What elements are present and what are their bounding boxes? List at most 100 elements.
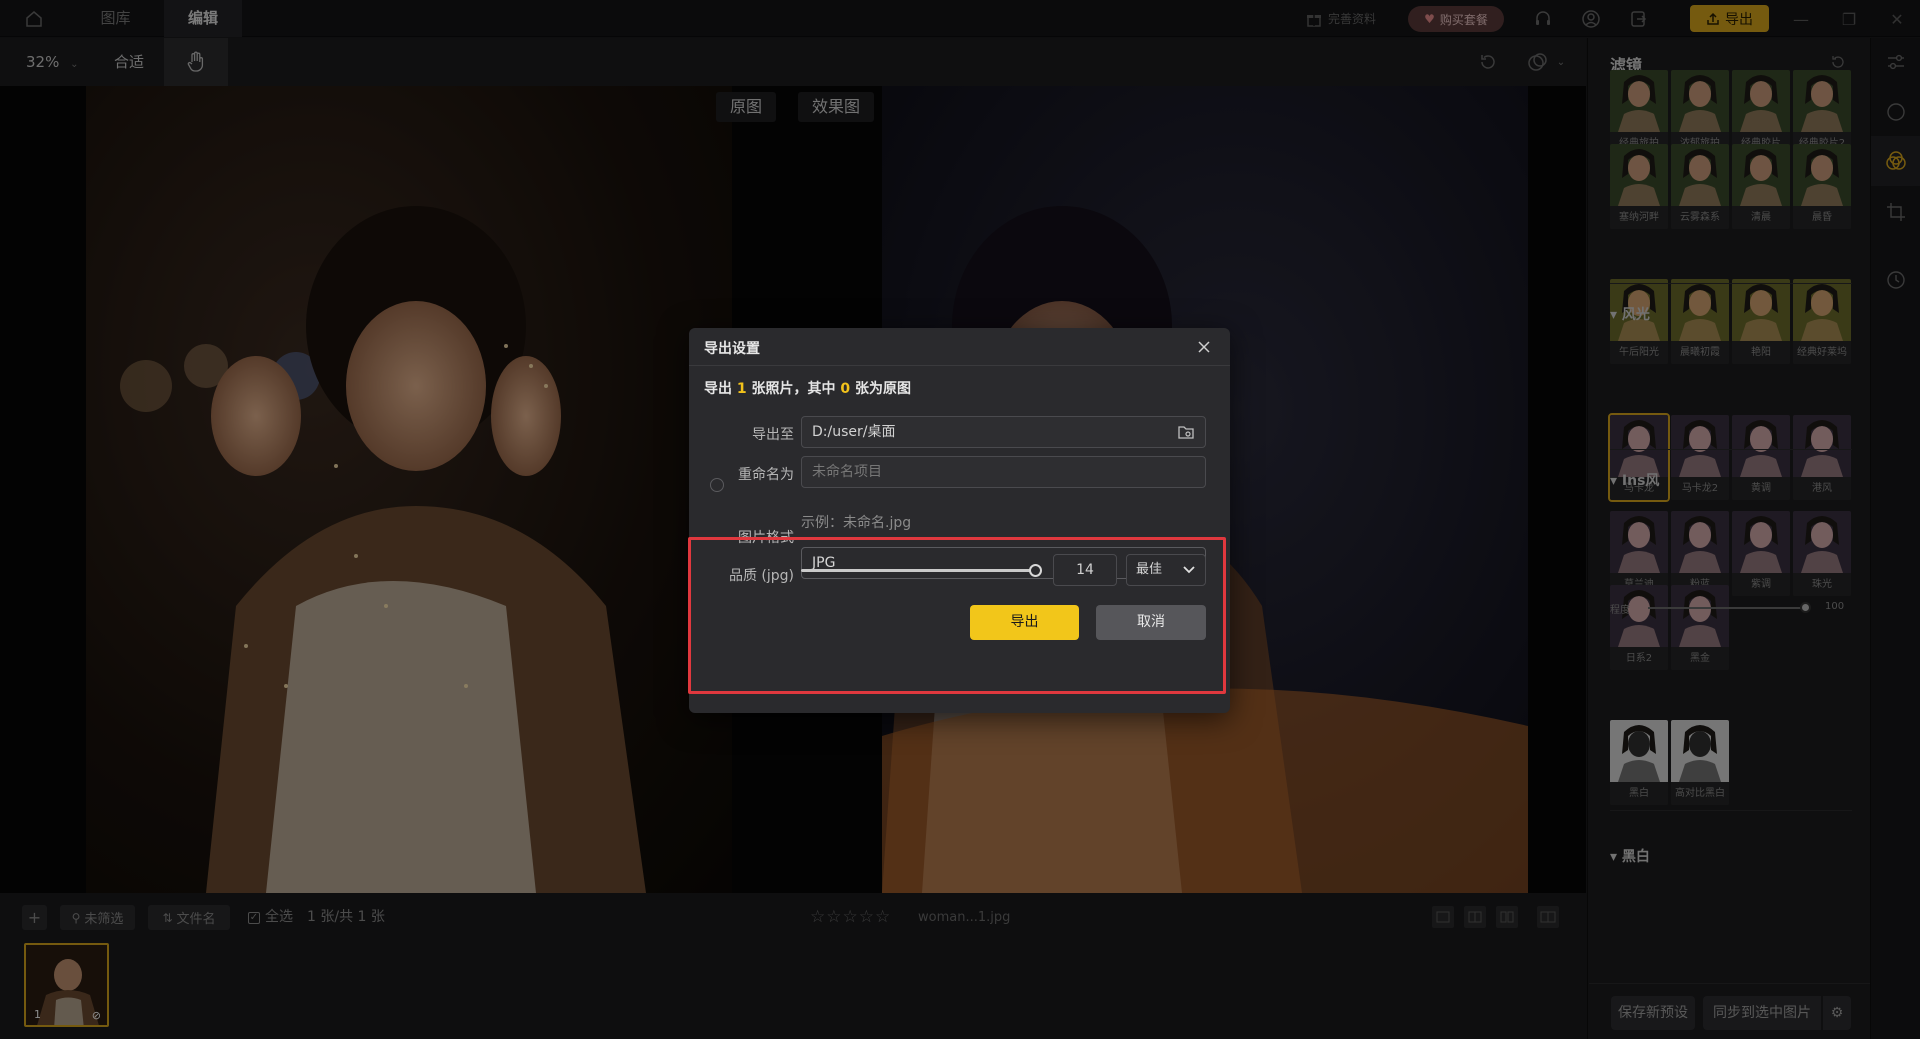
single-view-icon[interactable]: [1432, 906, 1454, 928]
crop-icon[interactable]: [1884, 200, 1908, 224]
filter-label: 未筛选: [84, 912, 124, 927]
profile-complete-link[interactable]: 完善资料: [1306, 0, 1376, 37]
filter-preset[interactable]: 艳阳: [1732, 279, 1790, 364]
select-all-checkbox[interactable]: ✓ 全选: [248, 905, 293, 930]
preset-thumbnail: [1671, 585, 1729, 647]
filter-preset[interactable]: 粉蓝: [1671, 511, 1729, 596]
maximize-icon[interactable]: ❐: [1838, 8, 1860, 30]
filter-dropdown[interactable]: ⚲ 未筛选: [60, 905, 135, 930]
preset-thumbnail: [1610, 585, 1668, 647]
filter-preset[interactable]: 港风: [1793, 415, 1851, 500]
buy-package-button[interactable]: ♥ 购买套餐: [1408, 6, 1504, 32]
filter-preset[interactable]: 日系2: [1610, 585, 1668, 670]
logout-icon[interactable]: [1628, 8, 1650, 30]
user-icon[interactable]: [1580, 8, 1602, 30]
thumbnail-number: 1: [34, 1008, 41, 1021]
filter-preset[interactable]: 晨曦初霞: [1671, 279, 1729, 364]
minimize-icon[interactable]: —: [1790, 8, 1812, 30]
degree-slider-track[interactable]: [1648, 607, 1806, 609]
quality-slider[interactable]: [801, 562, 1042, 578]
add-image-button[interactable]: +: [22, 905, 47, 930]
filter-preset[interactable]: 紫调: [1732, 511, 1790, 596]
degree-slider-row: 程度 100: [1610, 600, 1852, 616]
filter-preset[interactable]: 经典胶片2: [1793, 70, 1851, 155]
quality-preset-select[interactable]: 最佳: [1126, 554, 1206, 586]
folder-icon[interactable]: [1177, 423, 1195, 441]
chevron-down-icon[interactable]: ⌄: [1554, 51, 1568, 73]
star-icon[interactable]: ☆: [826, 907, 842, 927]
sort-dropdown[interactable]: ⇅ 文件名: [148, 905, 230, 930]
split-view-icon[interactable]: [1464, 906, 1486, 928]
export-top-button[interactable]: 导出: [1690, 5, 1769, 32]
star-icon[interactable]: ☆: [810, 907, 826, 927]
section-ins[interactable]: ▾ Ins风: [1610, 470, 1659, 490]
filter-preset[interactable]: 马卡龙2: [1671, 415, 1729, 500]
section-sunlight[interactable]: ▾ 风光: [1610, 304, 1650, 324]
compare-view-icon[interactable]: [1537, 906, 1559, 928]
filter-preset[interactable]: 黑白: [1610, 720, 1668, 805]
undo-icon[interactable]: [1476, 51, 1500, 73]
side-by-side-icon[interactable]: [1496, 906, 1518, 928]
filter-preset[interactable]: 塞纳河畔: [1610, 144, 1668, 229]
preset-label: 晨曦初霞: [1671, 341, 1729, 364]
preset-label: 艳阳: [1732, 341, 1790, 364]
filter-preset[interactable]: 经典旅拍: [1610, 70, 1668, 155]
effect-label[interactable]: 效果图: [798, 92, 875, 122]
preset-thumbnail: [1610, 415, 1668, 477]
close-window-icon[interactable]: ✕: [1886, 8, 1908, 30]
star-icon[interactable]: ☆: [875, 907, 891, 927]
filter-preset[interactable]: 黄调: [1732, 415, 1790, 500]
filter-preset[interactable]: 珠光: [1793, 511, 1851, 596]
export-button[interactable]: 导出: [970, 605, 1079, 640]
export-path-field[interactable]: D:/user/桌面: [801, 416, 1206, 448]
retouch-icon[interactable]: [1884, 100, 1908, 124]
save-preset-button[interactable]: 保存新预设: [1611, 996, 1695, 1030]
sync-selected-button[interactable]: 同步到选中图片: [1703, 996, 1821, 1030]
tab-edit[interactable]: 编辑: [164, 0, 242, 37]
zoom-dropdown[interactable]: 32% ⌄: [26, 38, 79, 86]
chevron-down-icon: [1183, 555, 1195, 585]
preset-label: 晨昏: [1793, 206, 1851, 229]
degree-slider-handle[interactable]: [1800, 602, 1811, 613]
fit-button[interactable]: 合适: [114, 38, 144, 86]
adjust-icon[interactable]: [1884, 50, 1908, 74]
preset-thumbnail: [1671, 144, 1729, 206]
star-icon[interactable]: ☆: [843, 907, 859, 927]
quality-number-input[interactable]: 14: [1053, 554, 1117, 586]
compare-mode-icon[interactable]: [1526, 51, 1550, 73]
section-bw[interactable]: ▾ 黑白: [1610, 846, 1650, 866]
export-path-value: D:/user/桌面: [812, 424, 896, 440]
home-icon[interactable]: [22, 8, 46, 30]
summary-count: 1: [736, 381, 747, 397]
filter-preset[interactable]: 晨昏: [1793, 144, 1851, 229]
headset-icon[interactable]: [1532, 8, 1554, 30]
reset-icon[interactable]: [1828, 52, 1848, 72]
filter-preset[interactable]: 云雾森系: [1671, 144, 1729, 229]
original-label[interactable]: 原图: [716, 92, 777, 122]
quality-slider-handle[interactable]: [1029, 564, 1042, 577]
chevron-down-icon: ⌄: [70, 59, 79, 70]
filter-preset[interactable]: 经典胶片: [1732, 70, 1790, 155]
close-icon[interactable]: [1193, 336, 1215, 358]
filter-preset[interactable]: 高对比黑白: [1671, 720, 1729, 805]
filter-preset[interactable]: 黑金: [1671, 585, 1729, 670]
app-window: 图库 编辑 完善资料 ♥ 购买套餐 导出 — ❐ ✕ 32% ⌄ 合适 ⌄ 原图…: [0, 0, 1920, 1039]
tab-gallery[interactable]: 图库: [78, 0, 153, 37]
star-icon[interactable]: ☆: [859, 907, 875, 927]
filter-preset[interactable]: 浓郁旅拍: [1671, 70, 1729, 155]
filter-preset[interactable]: 经典好莱坞: [1793, 279, 1851, 364]
rename-radio[interactable]: [710, 478, 724, 492]
gear-icon[interactable]: ⚙: [1823, 996, 1851, 1030]
history-icon[interactable]: [1884, 268, 1908, 292]
link-icon: ⊘: [91, 1009, 101, 1022]
filter-preset[interactable]: 莫兰迪: [1610, 511, 1668, 596]
cancel-button[interactable]: 取消: [1096, 605, 1206, 640]
sort-icon: ⇅: [162, 910, 173, 925]
filter-preset[interactable]: 清晨: [1732, 144, 1790, 229]
hand-tool-button[interactable]: [164, 38, 228, 86]
filter-tool-icon[interactable]: [1871, 136, 1920, 186]
filter-panel: 滤镜 经典旅拍浓郁旅拍经典胶片经典胶片2塞纳河畔云雾森系清晨晨昏午后阳光晨曦初霞…: [1587, 38, 1871, 1039]
rename-input[interactable]: [801, 456, 1206, 488]
original-image: [86, 86, 732, 893]
thumbnail-item[interactable]: 1 ⊘: [24, 943, 109, 1027]
